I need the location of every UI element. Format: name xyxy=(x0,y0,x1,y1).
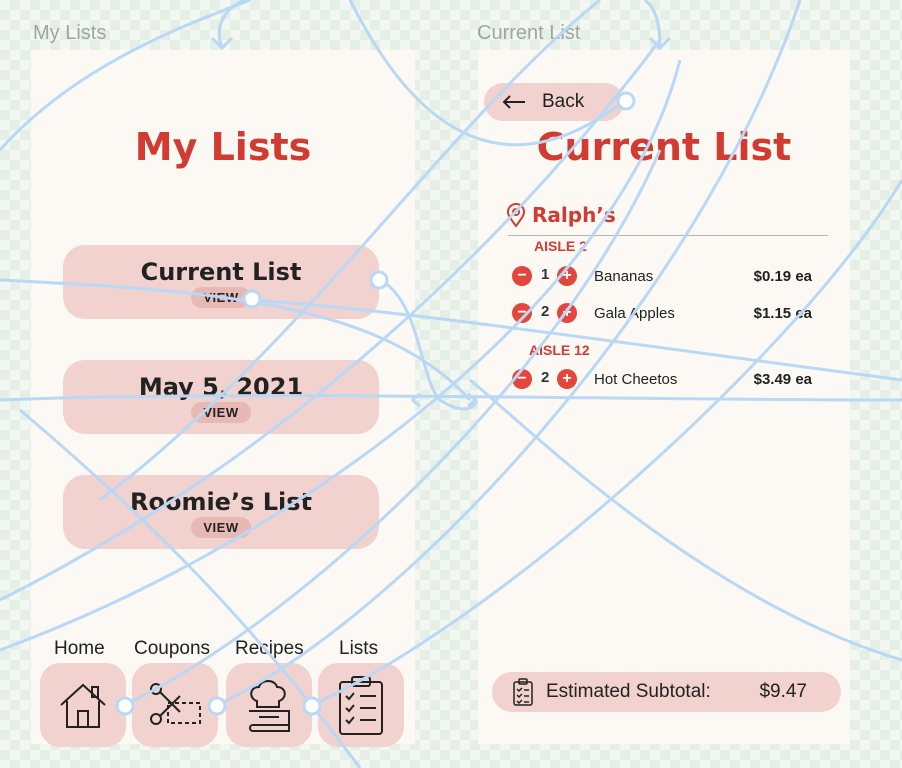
frame-label-current-list: Current List xyxy=(477,22,581,44)
view-button[interactable]: VIEW xyxy=(191,517,251,538)
increase-button[interactable]: + xyxy=(557,369,577,389)
connector-line xyxy=(644,0,662,49)
list-card-may-5[interactable]: May 5, 2021 VIEW xyxy=(63,360,379,434)
nav-label-lists: Lists xyxy=(339,638,379,659)
list-card-title: May 5, 2021 xyxy=(138,373,304,401)
page-title: My Lists xyxy=(134,125,312,169)
item-quantity: 2 xyxy=(541,303,550,320)
nav-label-coupons: Coupons xyxy=(134,638,211,659)
map-pin-icon xyxy=(506,203,526,227)
view-button[interactable]: VIEW xyxy=(191,287,251,308)
nav-home-button[interactable] xyxy=(40,663,126,747)
increase-button[interactable]: + xyxy=(557,303,577,323)
clipboard-checklist-icon xyxy=(339,676,383,735)
current-list-screen: Back Current List Ralph’s AISLE 2 − 1 + … xyxy=(478,50,850,744)
my-lists-screen: My Lists Current List VIEW May 5, 2021 V… xyxy=(31,50,415,747)
decrease-button[interactable]: − xyxy=(512,266,532,286)
nav-label-home: Home xyxy=(54,638,105,659)
item-quantity: 2 xyxy=(541,369,550,386)
increase-button[interactable]: + xyxy=(557,266,577,286)
subtotal-bar: Estimated Subtotal: $9.47 xyxy=(492,672,841,712)
item-quantity: 1 xyxy=(541,266,550,283)
clipboard-icon xyxy=(513,678,533,706)
store-row[interactable]: Ralph’s xyxy=(506,203,616,227)
back-label: Back xyxy=(542,91,585,112)
connector-line xyxy=(467,392,477,408)
back-button[interactable]: Back xyxy=(484,83,624,121)
nav-lists-button[interactable] xyxy=(318,663,404,747)
list-item: − 2 + Gala Apples $1.15 ea xyxy=(512,301,812,325)
view-button[interactable]: VIEW xyxy=(191,402,251,423)
aisle-label: AISLE 12 xyxy=(529,342,590,358)
list-card-title: Current List xyxy=(140,258,302,286)
chef-hat-book-icon xyxy=(249,680,290,732)
subtotal-label: Estimated Subtotal: xyxy=(546,681,711,702)
scissors-coupon-icon xyxy=(150,683,201,725)
list-item: − 2 + Hot Cheetos $3.49 ea xyxy=(512,367,812,391)
arrow-left-icon xyxy=(502,95,525,109)
nav-label-recipes: Recipes xyxy=(235,638,304,659)
store-name: Ralph’s xyxy=(532,203,616,227)
subtotal-value: $9.47 xyxy=(759,681,807,702)
page-title: Current List xyxy=(536,125,792,169)
list-item: − 1 + Bananas $0.19 ea xyxy=(512,264,812,288)
home-icon xyxy=(60,683,106,728)
connector-line xyxy=(217,0,246,49)
item-price: $3.49 ea xyxy=(753,371,812,388)
nav-recipes-button[interactable] xyxy=(226,663,312,747)
divider xyxy=(508,235,828,236)
list-card-current[interactable]: Current List VIEW xyxy=(63,245,379,319)
item-name: Bananas xyxy=(594,268,654,285)
item-price: $0.19 ea xyxy=(753,268,812,285)
aisle-label: AISLE 2 xyxy=(534,238,587,254)
decrease-button[interactable]: − xyxy=(512,303,532,323)
item-name: Gala Apples xyxy=(594,305,675,322)
frame-label-my-lists: My Lists xyxy=(33,22,107,44)
list-card-roomie[interactable]: Roomie’s List VIEW xyxy=(63,475,379,549)
list-card-title: Roomie’s List xyxy=(129,488,312,516)
item-price: $1.15 ea xyxy=(753,305,812,322)
connector-line xyxy=(648,36,672,51)
nav-coupons-button[interactable] xyxy=(132,663,218,747)
decrease-button[interactable]: − xyxy=(512,369,532,389)
connector-line xyxy=(210,36,234,51)
item-name: Hot Cheetos xyxy=(594,371,678,388)
